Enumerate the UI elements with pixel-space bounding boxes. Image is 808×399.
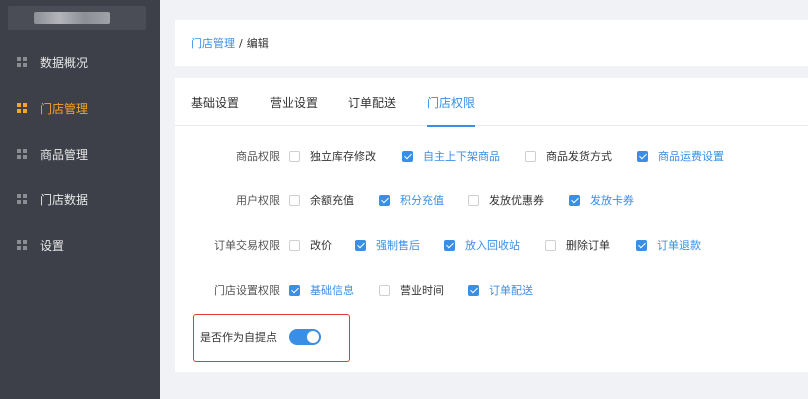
checkbox-box[interactable]: [636, 239, 647, 251]
grid-icon: [17, 149, 27, 159]
permission-row-label: 订单交易权限: [214, 239, 280, 252]
checkbox-label: 改价: [310, 239, 332, 252]
checkbox-shipping-method[interactable]: 商品发货方式: [525, 148, 612, 164]
checkbox-order-refund[interactable]: 订单退款: [636, 237, 701, 253]
checkbox-label: 营业时间: [400, 284, 444, 297]
sidebar-item-label: 门店管理: [40, 101, 89, 116]
checkbox-business-hours[interactable]: 营业时间: [379, 282, 444, 298]
tab-store-permissions[interactable]: 门店权限: [427, 78, 476, 127]
checkbox-box[interactable]: [289, 194, 300, 206]
checkbox-basic-info[interactable]: 基础信息: [289, 282, 354, 298]
sidebar-item-store-management[interactable]: 门店管理: [0, 85, 160, 131]
checkbox-forced-after-sales[interactable]: 强制售后: [355, 237, 420, 253]
toggle-knob: [307, 331, 319, 343]
checkbox-box[interactable]: [402, 150, 413, 162]
grid-icon: [17, 57, 27, 67]
checkbox-box[interactable]: [379, 194, 390, 206]
checkbox-label: 商品运费设置: [658, 150, 724, 163]
checkbox-box[interactable]: [525, 150, 536, 162]
checkbox-freight-settings[interactable]: 商品运费设置: [637, 148, 724, 164]
tab-order-delivery[interactable]: 订单配送: [348, 78, 396, 126]
checkbox-box[interactable]: [569, 194, 580, 206]
checkbox-label: 放入回收站: [465, 239, 520, 252]
checkbox-box[interactable]: [355, 239, 366, 251]
app-logo[interactable]: [8, 6, 146, 30]
permission-row-label: 门店设置权限: [214, 284, 280, 297]
checkbox-issue-coupons[interactable]: 发放优惠券: [468, 192, 544, 208]
logo-blurred-text: [34, 12, 110, 24]
breadcrumb-current: 编辑: [246, 37, 269, 50]
sidebar-item-label: 数据概况: [40, 55, 89, 70]
sidebar-item-overview[interactable]: 数据概况: [0, 39, 160, 85]
sidebar-item-label: 商品管理: [40, 147, 89, 162]
permission-row-store-settings: 门店设置权限 基础信息 营业时间 订单配送: [175, 280, 808, 300]
checkbox-box[interactable]: [289, 239, 300, 251]
checkbox-label: 强制售后: [376, 239, 420, 252]
tab-bar: 基础设置 营业设置 订单配送 门店权限: [175, 78, 808, 127]
sidebar-item-label: 设置: [40, 238, 65, 253]
sidebar: 数据概况 门店管理 商品管理 门店数据 设置: [0, 0, 160, 399]
checkbox-order-delivery[interactable]: 订单配送: [468, 282, 533, 298]
checkbox-self-shelving[interactable]: 自主上下架商品: [402, 148, 500, 164]
checkbox-delete-order[interactable]: 删除订单: [545, 237, 610, 253]
breadcrumb-separator: /: [239, 36, 243, 50]
checkbox-label: 发放卡券: [590, 194, 634, 207]
tab-basic-settings[interactable]: 基础设置: [191, 78, 239, 126]
checkbox-box[interactable]: [289, 284, 300, 296]
checkbox-label: 自主上下架商品: [423, 150, 500, 163]
pickup-point-setting: 是否作为自提点: [193, 314, 350, 362]
grid-icon: [17, 194, 27, 204]
checkbox-box[interactable]: [637, 150, 648, 162]
breadcrumb: 门店管理 / 编辑: [175, 20, 808, 66]
grid-icon: [17, 103, 27, 113]
pickup-point-label: 是否作为自提点: [200, 331, 277, 344]
sidebar-item-settings[interactable]: 设置: [0, 222, 160, 268]
permission-row-label: 用户权限: [236, 194, 280, 207]
permission-row-label: 商品权限: [236, 150, 280, 163]
checkbox-balance-recharge[interactable]: 余额充值: [289, 192, 354, 208]
sidebar-item-label: 门店数据: [40, 192, 89, 207]
checkbox-box[interactable]: [468, 194, 479, 206]
grid-icon: [17, 240, 27, 250]
checkbox-label: 积分充值: [400, 194, 444, 207]
tab-business-settings[interactable]: 营业设置: [270, 78, 318, 126]
checkbox-issue-vouchers[interactable]: 发放卡券: [569, 192, 634, 208]
checkbox-box[interactable]: [468, 284, 479, 296]
checkbox-label: 删除订单: [566, 239, 610, 252]
sidebar-item-product-management[interactable]: 商品管理: [0, 131, 160, 177]
permission-row-order: 订单交易权限 改价 强制售后 放入回收站 删除订单 订单退款: [175, 235, 808, 255]
sidebar-item-store-data[interactable]: 门店数据: [0, 176, 160, 222]
checkbox-label: 独立库存修改: [310, 150, 376, 163]
checkbox-box[interactable]: [289, 150, 300, 162]
checkbox-independent-stock[interactable]: 独立库存修改: [289, 148, 376, 164]
checkbox-box[interactable]: [379, 284, 390, 296]
checkbox-label: 基础信息: [310, 284, 354, 297]
permission-row-product: 商品权限 独立库存修改 自主上下架商品 商品发货方式 商品运费设置: [175, 146, 808, 166]
pickup-point-toggle[interactable]: [289, 329, 321, 345]
breadcrumb-parent-link[interactable]: 门店管理: [191, 35, 235, 51]
checkbox-label: 订单配送: [489, 284, 533, 297]
permission-row-user: 用户权限 余额充值 积分充值 发放优惠券 发放卡券: [175, 190, 808, 210]
checkbox-change-price[interactable]: 改价: [289, 237, 332, 253]
checkbox-label: 订单退款: [657, 239, 701, 252]
checkbox-move-to-recycle-bin[interactable]: 放入回收站: [444, 237, 520, 253]
checkbox-box[interactable]: [545, 239, 556, 251]
checkbox-label: 余额充值: [310, 194, 354, 207]
checkbox-box[interactable]: [444, 239, 455, 251]
checkbox-label: 发放优惠券: [489, 194, 544, 207]
checkbox-label: 商品发货方式: [546, 150, 612, 163]
checkbox-points-recharge[interactable]: 积分充值: [379, 192, 444, 208]
